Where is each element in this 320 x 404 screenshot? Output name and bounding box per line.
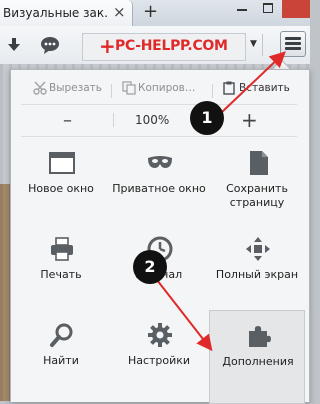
arrow-to-menu <box>221 51 286 113</box>
step-badge-2: 2 <box>133 250 167 284</box>
arrow-to-addons <box>156 279 213 352</box>
step-badge-1: 1 <box>190 101 224 135</box>
annotation-arrows <box>156 51 286 352</box>
